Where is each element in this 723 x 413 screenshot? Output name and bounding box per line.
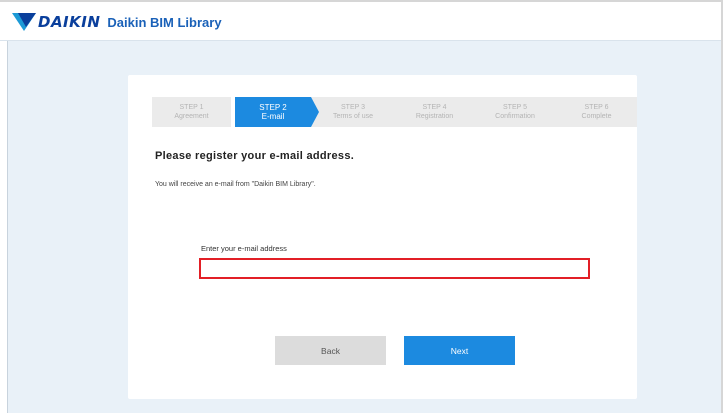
site-header: DAIKIN Daikin BIM Library (0, 2, 721, 41)
step-2: STEP 2 E-mail (235, 97, 319, 127)
step-6-label: STEP 6 (584, 104, 609, 111)
step-4-label: STEP 4 (422, 104, 447, 111)
step-3: STEP 3 Terms of use (311, 97, 395, 127)
app-title: Daikin BIM Library (107, 14, 222, 30)
page-title: Please register your e-mail address. (155, 150, 355, 162)
step-2-label: STEP 2 (259, 103, 287, 112)
daikin-logo[interactable]: DAIKIN Daikin BIM Library (12, 11, 222, 33)
daikin-triangle-logo-icon (12, 13, 36, 31)
email-field-label: Enter your e-mail address (201, 244, 287, 253)
step-5-sub: Confirmation (495, 113, 535, 120)
registration-card: STEP 1 Agreement STEP 2 E-mail STEP 3 Te… (128, 75, 637, 399)
logo-wordmark: DAIKIN (38, 13, 101, 31)
back-button[interactable]: Back (275, 336, 386, 365)
step-1-sub: Agreement (174, 113, 209, 120)
next-button[interactable]: Next (404, 336, 515, 365)
step-3-label: STEP 3 (341, 104, 365, 111)
step-5-label: STEP 5 (503, 104, 527, 111)
step-3-sub: Terms of use (332, 113, 374, 120)
info-text: You will receive an e-mail from "Daikin … (155, 181, 316, 188)
step-1-label: STEP 1 (179, 104, 204, 111)
step-4-sub: Registration (415, 113, 454, 120)
email-field[interactable] (199, 258, 590, 279)
step-4: STEP 4 Registration (395, 97, 474, 127)
step-6-sub: Complete (581, 113, 612, 120)
step-5: STEP 5 Confirmation (474, 97, 556, 127)
step-6: STEP 6 Complete (556, 97, 637, 127)
step-1: STEP 1 Agreement (152, 97, 231, 127)
step-progress-bar: STEP 1 Agreement STEP 2 E-mail STEP 3 Te… (152, 97, 637, 127)
step-2-sub: E-mail (261, 112, 285, 121)
